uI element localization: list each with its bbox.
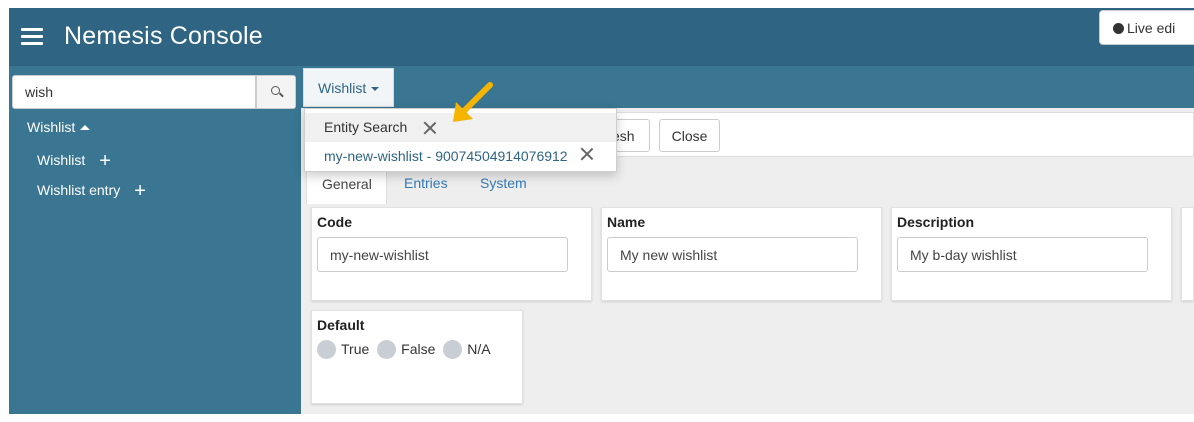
sidebar: Wishlist Wishlist + Wishlist entry + xyxy=(9,66,301,414)
radio-false-label: False xyxy=(401,341,436,357)
plus-icon[interactable]: + xyxy=(134,180,146,203)
annotation-arrow-icon xyxy=(453,82,493,122)
name-label: Name xyxy=(607,214,646,230)
radio-na-label: N/A xyxy=(467,341,491,357)
caret-up-icon xyxy=(80,125,91,130)
app-title: Nemesis Console xyxy=(64,22,263,50)
radio-false[interactable] xyxy=(377,340,397,359)
radio-true[interactable] xyxy=(317,340,336,359)
plus-icon[interactable]: + xyxy=(99,150,111,173)
default-card: Default True False N/A xyxy=(311,310,523,404)
sidebar-item-label: Wishlist xyxy=(37,152,86,168)
dropdown-item-label: Entity Search xyxy=(324,119,408,135)
close-button[interactable]: Close xyxy=(659,119,720,152)
sidebar-search xyxy=(12,75,296,109)
live-edit-button[interactable]: Live edi xyxy=(1099,10,1194,45)
dropdown-item-wishlist-entity[interactable]: my-new-wishlist - 90074504914076912 xyxy=(305,142,616,171)
search-input[interactable] xyxy=(12,75,256,109)
wishlist-menu-label: Wishlist xyxy=(318,80,367,96)
sidebar-group-wishlist[interactable]: Wishlist xyxy=(27,119,91,135)
name-field[interactable] xyxy=(607,237,858,272)
name-card: Name xyxy=(601,207,882,301)
description-label: Description xyxy=(897,214,975,230)
caret-down-icon xyxy=(371,87,380,91)
app-header: Nemesis Console xyxy=(9,8,1194,66)
code-label: Code xyxy=(317,214,352,230)
close-icon[interactable] xyxy=(579,146,595,162)
sidebar-item-wishlist[interactable]: Wishlist + xyxy=(37,150,111,173)
sidebar-item-wishlist-entry[interactable]: Wishlist entry + xyxy=(37,180,146,203)
code-card: Code xyxy=(311,207,592,301)
description-field[interactable] xyxy=(897,237,1148,272)
dropdown-item-label: my-new-wishlist - 90074504914076912 xyxy=(324,148,568,164)
sidebar-item-label: Wishlist entry xyxy=(37,182,121,198)
default-label: Default xyxy=(317,317,365,333)
globe-icon xyxy=(1113,23,1124,34)
radio-true-label: True xyxy=(341,341,370,357)
default-radio-group: True False N/A xyxy=(317,340,495,359)
hamburger-menu-icon[interactable] xyxy=(21,28,43,46)
close-icon[interactable] xyxy=(422,120,438,136)
next-card xyxy=(1181,207,1194,301)
live-edit-label: Live edi xyxy=(1127,20,1176,36)
description-card: Description xyxy=(891,207,1172,301)
radio-na[interactable] xyxy=(443,340,463,359)
code-field[interactable] xyxy=(317,237,568,272)
sidebar-group-label: Wishlist xyxy=(27,119,76,135)
wishlist-menu-button[interactable]: Wishlist xyxy=(303,68,394,107)
main-topbar xyxy=(301,66,1194,108)
search-button[interactable] xyxy=(256,75,296,109)
